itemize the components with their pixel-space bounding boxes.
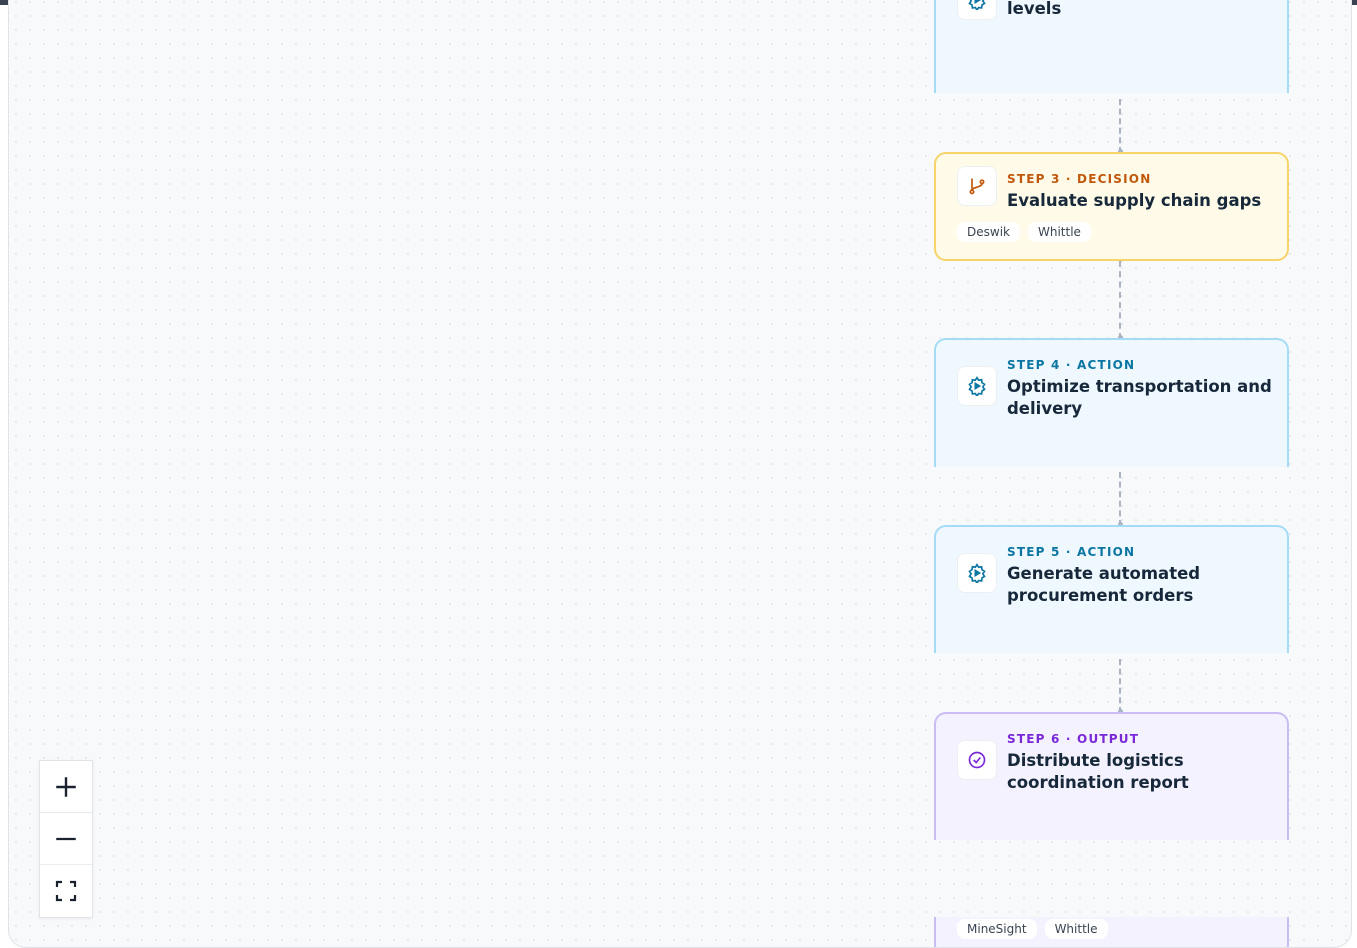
connector-3-4 <box>1119 261 1121 339</box>
step-title: Assess current inventory levels <box>1007 0 1062 18</box>
tag: MineSight <box>957 919 1037 939</box>
plus-icon <box>56 776 76 797</box>
tag: Whittle <box>1044 919 1108 939</box>
flow-step-card-output-tail[interactable]: MineSight Whittle <box>934 917 1289 947</box>
connector-2-3 <box>1119 99 1121 153</box>
flow-step-card[interactable]: STEP 4 · ACTION Optimize transportation … <box>934 338 1289 467</box>
tool-tags: MineSight Whittle <box>957 919 1108 939</box>
step-title: Evaluate supply chain gaps <box>1007 191 1262 210</box>
step-label: STEP 6 · OUTPUT <box>1007 732 1140 746</box>
zoom-in-button[interactable] <box>40 761 92 813</box>
git-branch-icon <box>957 166 997 206</box>
flow-step-card[interactable]: STEP 5 · ACTION Generate automated procu… <box>934 525 1289 653</box>
flow-step-card-decision[interactable]: STEP 3 · DECISION Evaluate supply chain … <box>934 152 1289 261</box>
check-circle-icon <box>957 740 997 780</box>
tag: Deswik <box>957 222 1020 242</box>
step-label: STEP 5 · ACTION <box>1007 545 1136 559</box>
step-title: Distribute logistics coordination report <box>1007 751 1189 792</box>
gear-play-icon <box>957 366 997 406</box>
step-title: Optimize transportation and delivery <box>1007 377 1272 418</box>
connector-4-5 <box>1119 472 1121 526</box>
fullscreen-icon <box>55 880 77 902</box>
connector-5-6 <box>1119 659 1121 713</box>
zoom-out-button[interactable] <box>40 813 92 865</box>
gear-play-icon <box>957 0 997 20</box>
flow-canvas[interactable]: Assess current inventory levels STEP 3 ·… <box>8 0 1352 948</box>
step-label: STEP 4 · ACTION <box>1007 358 1136 372</box>
flow-step-card[interactable]: Assess current inventory levels <box>934 0 1289 93</box>
tool-tags: Deswik Whittle <box>957 222 1091 242</box>
zoom-controls <box>39 760 93 918</box>
step-title: Generate automated procurement orders <box>1007 564 1201 605</box>
step-label: STEP 3 · DECISION <box>1007 172 1152 186</box>
fit-view-button[interactable] <box>40 865 92 917</box>
gear-play-icon <box>957 553 997 593</box>
minus-icon <box>56 837 76 840</box>
flow-step-card-output[interactable]: STEP 6 · OUTPUT Distribute logistics coo… <box>934 712 1289 840</box>
tag: Whittle <box>1027 222 1091 242</box>
